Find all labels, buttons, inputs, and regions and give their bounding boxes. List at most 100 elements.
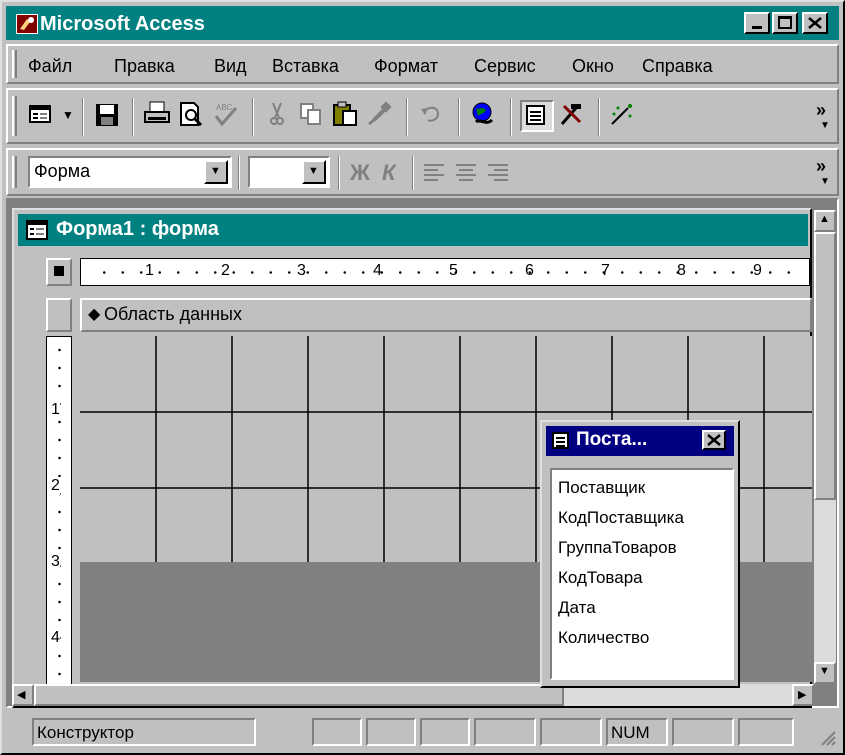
minimize-button[interactable] [744,12,770,34]
formatting-toolbar: Форма ▼ ▼ Ж К » ▼ [6,148,839,196]
menu-window[interactable]: Окно [572,54,614,78]
spelling-button[interactable]: ABC [210,100,244,132]
object-combo[interactable]: Форма ▼ [28,156,232,188]
status-panel [738,718,794,746]
field-list-close-button[interactable] [702,430,726,450]
paste-button[interactable] [330,100,364,132]
form-window-title: Форма1 : форма [56,218,219,240]
detail-section-bar[interactable]: ◆ Область данных [80,298,812,332]
toolbar-overflow-arrow-icon[interactable]: ▼ [820,120,830,131]
scissors-icon [270,102,284,125]
toolbar-separator [412,156,414,190]
toolbar-separator [458,98,460,136]
view-dropdown-icon[interactable]: ▼ [62,108,74,122]
ruler-mark: 5 [449,262,458,279]
menu-format[interactable]: Формат [374,54,438,78]
print-button[interactable] [142,100,176,132]
field-list-title: Поста... [576,429,648,450]
fmtbar-overflow-arrow-icon[interactable]: ▼ [820,176,830,187]
object-combo-button[interactable]: ▼ [204,160,228,184]
menu-bar: Файл Правка Вид Вставка Формат Сервис Ок… [6,44,839,84]
align-left-icon[interactable] [422,162,446,184]
form-selector[interactable] [46,258,72,286]
align-center-icon[interactable] [454,162,478,184]
toolbar-separator [238,156,240,190]
globe-link-icon [472,102,494,124]
menu-view[interactable]: Вид [214,54,247,78]
scroll-left-button[interactable]: ◀ [12,684,34,706]
vruler-mark: 1 [51,401,60,419]
align-right-icon[interactable] [486,162,510,184]
ruler-dots [95,271,795,274]
form-selector-icon [54,266,64,276]
font-combo-button[interactable]: ▼ [302,160,326,184]
toolbar-overflow-icon[interactable]: » [816,100,826,121]
section-selector[interactable] [46,298,72,332]
format-painter-button[interactable] [364,100,398,132]
floppy-disk-icon [96,104,118,126]
view-button[interactable] [26,100,60,132]
vertical-scroll-thumb[interactable] [814,232,836,500]
minimize-icon [752,26,762,29]
autoformat-button[interactable] [608,100,642,132]
format-painter-icon [368,101,392,126]
scroll-right-button[interactable]: ▶ [792,684,814,706]
close-icon [808,17,822,29]
field-list-item[interactable]: КодТовара [558,568,643,588]
toolbar-grip[interactable] [12,96,17,136]
form-icon [26,220,48,240]
toolbar-separator [132,98,134,136]
field-list-titlebar[interactable]: Поста... [546,426,734,456]
ruler-mark: 8 [677,262,686,279]
form-window-titlebar[interactable]: Форма1 : форма [18,214,808,246]
resize-grip-icon[interactable] [818,728,836,746]
bold-button[interactable]: Ж [350,160,370,186]
horizontal-scroll-thumb[interactable] [34,684,564,706]
status-panel [672,718,734,746]
font-combo[interactable]: ▼ [248,156,330,188]
vruler-dots [58,341,61,701]
menu-insert[interactable]: Вставка [272,54,339,78]
undo-button[interactable] [416,100,450,132]
menu-file[interactable]: Файл [28,54,72,78]
field-list-item[interactable]: Поставщик [558,478,645,498]
print-preview-button[interactable] [176,100,210,132]
menu-grip[interactable] [12,50,17,78]
ruler-mark: 4 [373,262,382,279]
field-list-button[interactable] [520,100,554,132]
ruler-mark: 3 [297,262,306,279]
svg-text:ABC: ABC [216,103,233,112]
form-design-toolbar: ▼ ABC » ▼ [6,88,839,144]
scroll-down-icon: ▼ [819,665,830,677]
title-bar[interactable]: Microsoft Access [6,6,839,40]
menu-edit[interactable]: Правка [114,54,175,78]
horizontal-ruler[interactable]: 1 2 3 4 5 6 7 8 9 [80,258,810,286]
scroll-up-button[interactable]: ▲ [814,210,836,232]
vruler-mark: 2 [51,477,60,495]
fmtbar-grip[interactable] [12,156,17,188]
save-button[interactable] [92,100,126,132]
copy-button[interactable] [296,100,330,132]
close-button[interactable] [802,12,828,34]
menu-tools[interactable]: Сервис [474,54,536,78]
field-list-item[interactable]: КодПоставщика [558,508,684,528]
vertical-ruler[interactable]: 1 2 3 4 [46,336,72,702]
ruler-mark: 9 [753,262,762,279]
section-label: Область данных [104,304,242,324]
italic-button[interactable]: К [382,160,396,186]
toolbox-button[interactable] [556,100,590,132]
ruler-mark: 1 [145,262,154,279]
field-list-item[interactable]: Количество [558,628,649,648]
ruler-mark: 2 [221,262,230,279]
maximize-button[interactable] [772,12,798,34]
status-panel [312,718,362,746]
fmtbar-overflow-icon[interactable]: » [816,156,826,177]
scroll-down-button[interactable]: ▼ [814,662,836,684]
chevron-down-icon: ▼ [210,165,221,177]
menu-help[interactable]: Справка [642,54,713,78]
hyperlink-button[interactable] [468,100,502,132]
cut-button[interactable] [262,100,296,132]
field-list-item[interactable]: ГруппаТоваров [558,538,677,558]
status-panel [420,718,470,746]
field-list-item[interactable]: Дата [558,598,596,618]
